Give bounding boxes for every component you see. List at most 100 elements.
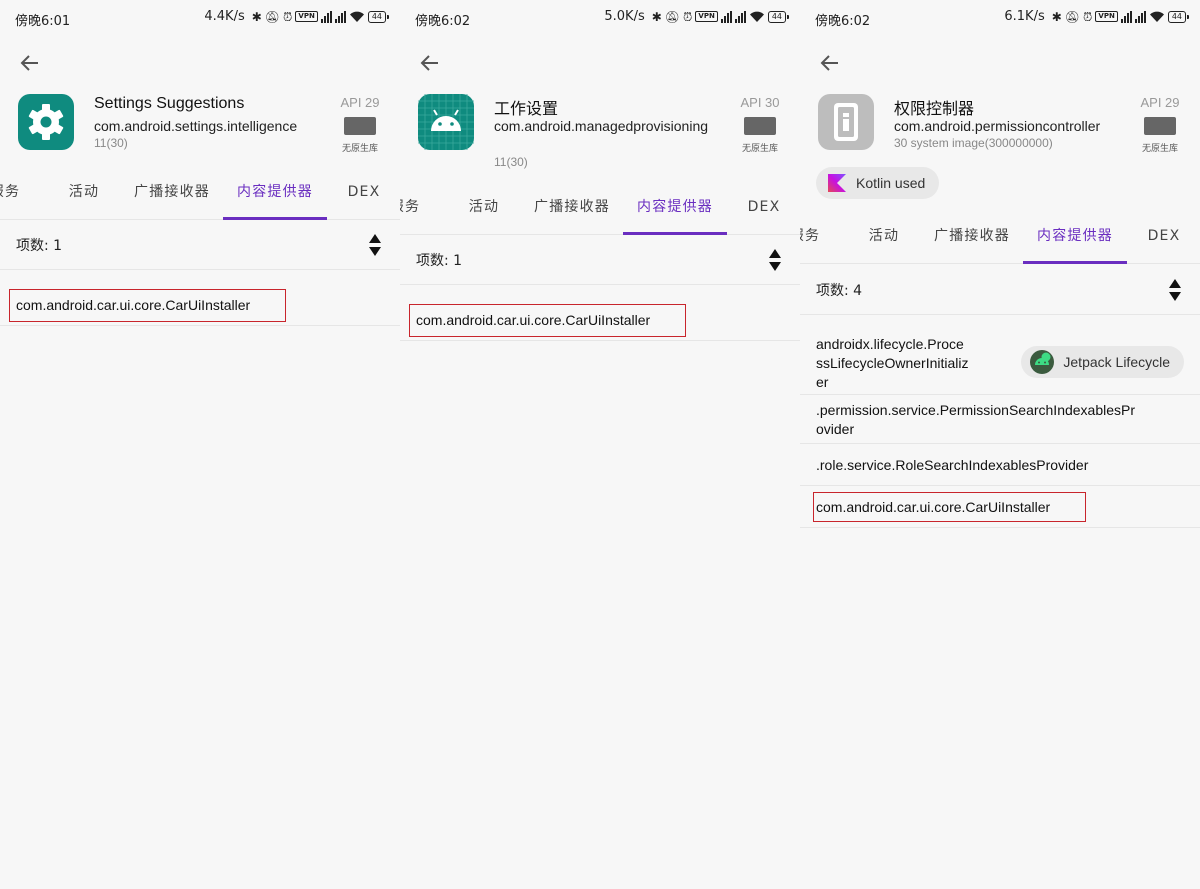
api-badge: API 29 无原生库 — [336, 95, 384, 154]
status-bar: 傍晚6:02 5.0K/s ✱ 🔕︎ ⏰︎ VPN 44 — [400, 0, 800, 36]
list-item[interactable]: com.android.car.ui.core.CarUiInstaller — [0, 270, 400, 326]
battery-icon: 44 — [767, 10, 790, 23]
native-lib-label: 无原生库 — [741, 144, 778, 154]
back-arrow-icon[interactable] — [18, 51, 42, 75]
status-icons: 5.0K/s ✱ 🔕︎ ⏰︎ VPN 44 — [604, 9, 790, 24]
count-row: 项数: 1 — [400, 235, 800, 285]
native-lib-label: 无原生库 — [341, 144, 378, 154]
screen-permission-controller: 傍晚6:02 6.1K/s ✱ 🔕︎ ⏰︎ VPN 44 权限控制器 com.a… — [800, 0, 1200, 889]
api-badge: API 29 无原生库 — [1136, 95, 1184, 154]
status-icons: 4.4K/s ✱ 🔕︎ ⏰︎ VPN 44 — [204, 9, 390, 24]
provider-name: com.android.car.ui.core.CarUiInstaller — [816, 499, 1051, 515]
kotlin-chip[interactable]: Kotlin used — [816, 167, 940, 199]
alarm-icon: ⏰︎ — [283, 9, 293, 24]
provider-name: .role.service.RoleSearchIndexablesProvid… — [816, 457, 1089, 473]
native-lib-label: 无原生库 — [1141, 144, 1178, 154]
tab-receivers[interactable]: 广播接收器 — [126, 176, 218, 220]
wifi-icon — [1149, 11, 1164, 22]
wifi-icon — [349, 11, 364, 22]
mute-icon: 🔕︎ — [264, 9, 281, 24]
tab-activities[interactable]: 活动 — [856, 220, 912, 264]
vpn-icon: VPN — [695, 11, 718, 22]
api-level: API 30 — [740, 95, 780, 110]
list-item[interactable]: .permission.service.PermissionSearchInde… — [800, 395, 1200, 444]
android-icon — [418, 94, 474, 150]
app-version: 11(30) — [494, 155, 528, 169]
sort-icon[interactable] — [368, 233, 382, 257]
kotlin-icon — [828, 174, 846, 192]
tab-activities[interactable]: 活动 — [56, 176, 112, 220]
screen-managed-provisioning: 傍晚6:02 5.0K/s ✱ 🔕︎ ⏰︎ VPN 44 工作设置 com.an… — [400, 0, 800, 889]
bluetooth-icon: ✱ — [651, 9, 662, 24]
screen-settings-suggestions: 傍晚6:01 4.4K/s ✱ 🔕︎ ⏰︎ VPN 44 Settings Su… — [0, 0, 400, 889]
tab-services[interactable]: 服务 — [0, 176, 28, 220]
item-count: 项数: 1 — [16, 238, 63, 254]
status-icons: 6.1K/s ✱ 🔕︎ ⏰︎ VPN 44 — [1004, 9, 1190, 24]
sort-icon[interactable] — [768, 248, 782, 272]
list-item[interactable]: .role.service.RoleSearchIndexablesProvid… — [800, 444, 1200, 486]
status-time: 傍晚6:01 — [15, 14, 71, 29]
wifi-icon — [749, 11, 764, 22]
signal-icon — [734, 10, 746, 23]
tab-bar: 服务 活动 广播接收器 内容提供器 DEX — [0, 176, 400, 220]
status-time: 傍晚6:02 — [815, 14, 871, 29]
alarm-icon: ⏰︎ — [1083, 9, 1093, 24]
bluetooth-icon: ✱ — [251, 9, 262, 24]
back-arrow-icon[interactable] — [418, 51, 442, 75]
count-row: 项数: 4 — [800, 264, 1200, 315]
status-bar: 傍晚6:01 4.4K/s ✱ 🔕︎ ⏰︎ VPN 44 — [0, 0, 400, 36]
tab-providers[interactable]: 内容提供器 — [624, 191, 726, 235]
list-item[interactable]: androidx.lifecycle.Proce ssLifecycleOwne… — [800, 315, 1200, 395]
back-arrow-icon[interactable] — [818, 51, 842, 75]
signal-icon — [334, 10, 346, 23]
tab-activities[interactable]: 活动 — [456, 191, 512, 235]
app-version: 11(30) — [94, 136, 128, 150]
vpn-icon: VPN — [1095, 11, 1118, 22]
battery-icon: 44 — [1167, 10, 1190, 23]
status-time: 傍晚6:02 — [415, 14, 471, 29]
status-bar: 傍晚6:02 6.1K/s ✱ 🔕︎ ⏰︎ VPN 44 — [800, 0, 1200, 36]
package-name: com.android.managedprovisioning — [494, 118, 709, 134]
tab-dex[interactable]: DEX — [340, 176, 388, 220]
provider-name: com.android.car.ui.core.CarUiInstaller — [16, 297, 251, 313]
kotlin-label: Kotlin used — [856, 175, 926, 191]
count-row: 项数: 1 — [0, 220, 400, 270]
tab-bar: 服务 活动 广播接收器 内容提供器 DEX — [400, 191, 800, 235]
app-name: Settings Suggestions — [94, 95, 245, 112]
alarm-icon: ⏰︎ — [683, 9, 693, 24]
sort-icon[interactable] — [1168, 278, 1182, 302]
tab-dex[interactable]: DEX — [740, 191, 788, 235]
battery-icon: 44 — [367, 10, 390, 23]
tab-providers[interactable]: 内容提供器 — [224, 176, 326, 220]
app-version: 30 system image(300000000) — [894, 136, 1053, 150]
item-count: 项数: 1 — [416, 253, 463, 269]
provider-name: androidx.lifecycle.Proce ssLifecycleOwne… — [816, 336, 969, 390]
tab-providers[interactable]: 内容提供器 — [1024, 220, 1126, 264]
provider-name: com.android.car.ui.core.CarUiInstaller — [416, 312, 651, 328]
info-icon — [818, 94, 874, 150]
item-count: 项数: 4 — [816, 283, 863, 299]
tab-services[interactable]: 服务 — [800, 220, 828, 264]
tab-receivers[interactable]: 广播接收器 — [926, 220, 1018, 264]
api-level: API 29 — [1140, 95, 1180, 110]
list-item[interactable]: com.android.car.ui.core.CarUiInstaller — [800, 486, 1200, 528]
network-speed: 6.1K/s — [1004, 9, 1045, 24]
tab-dex[interactable]: DEX — [1140, 220, 1188, 264]
bluetooth-icon: ✱ — [1051, 9, 1062, 24]
gear-icon — [18, 94, 74, 150]
abi-box-icon — [344, 117, 376, 135]
library-label: Jetpack Lifecycle — [1063, 354, 1170, 370]
library-chip[interactable]: Jetpack Lifecycle — [1021, 346, 1184, 378]
tab-services[interactable]: 服务 — [400, 191, 428, 235]
package-name: com.android.permissioncontroller — [894, 118, 1101, 134]
provider-name: .permission.service.PermissionSearchInde… — [816, 402, 1136, 437]
signal-icon — [720, 10, 732, 23]
signal-icon — [1120, 10, 1132, 23]
signal-icon — [1134, 10, 1146, 23]
api-badge: API 30 无原生库 — [736, 95, 784, 154]
abi-box-icon — [744, 117, 776, 135]
package-name: com.android.settings.intelligence — [94, 118, 298, 134]
mute-icon: 🔕︎ — [664, 9, 681, 24]
tab-receivers[interactable]: 广播接收器 — [526, 191, 618, 235]
list-item[interactable]: com.android.car.ui.core.CarUiInstaller — [400, 285, 800, 341]
